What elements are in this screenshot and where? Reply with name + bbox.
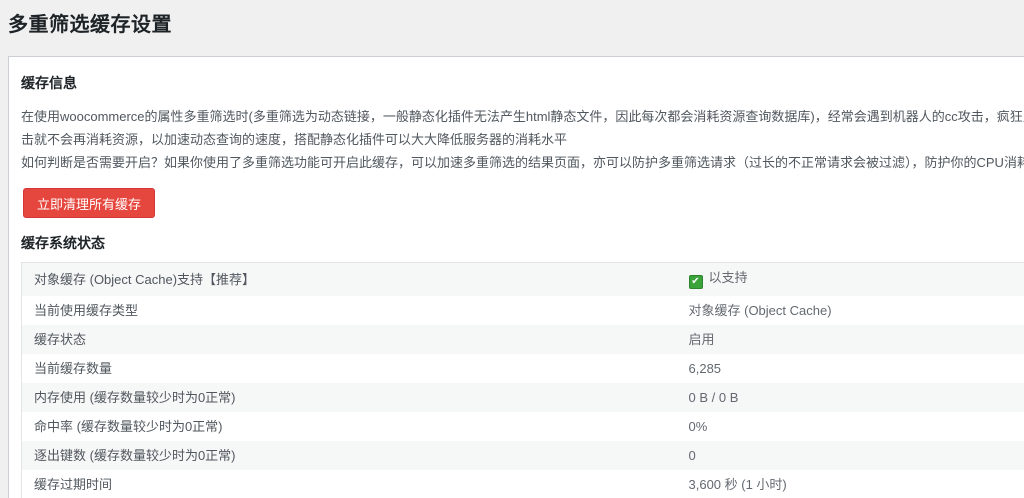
cache-status-heading: 缓存系统状态 xyxy=(21,235,105,251)
row-label: 缓存状态 xyxy=(34,332,87,347)
cache-info-description: 在使用woocommerce的属性多重筛选时(多重筛选为动态链接，一般静态化插件… xyxy=(21,105,1024,174)
row-value: 0 xyxy=(688,448,696,463)
table-row: 缓存状态 启用 xyxy=(21,325,1024,354)
row-value: 启用 xyxy=(688,332,715,347)
clear-all-cache-button[interactable]: 立即清理所有缓存 xyxy=(23,188,156,218)
description-line-1: 在使用woocommerce的属性多重筛选时(多重筛选为动态链接，一般静态化插件… xyxy=(21,109,1024,124)
table-row: 命中率 (缓存数量较少时为0正常) 0% xyxy=(21,412,1024,441)
settings-card: 缓存信息 在使用woocommerce的属性多重筛选时(多重筛选为动态链接，一般… xyxy=(8,56,1024,498)
row-value: 0% xyxy=(688,419,708,434)
row-value: 3,600 秒 (1 小时) xyxy=(688,477,787,492)
cache-status-rows: 对象缓存 (Object Cache)支持【推荐】 ✔ 以支持 当前使用缓存类型 … xyxy=(21,262,1024,498)
green-check-icon: ✔ xyxy=(688,275,703,289)
table-row: 缓存过期时间 3,600 秒 (1 小时) xyxy=(21,470,1024,498)
row-label: 命中率 (缓存数量较少时为0正常) xyxy=(34,419,223,434)
row-label: 逐出键数 (缓存数量较少时为0正常) xyxy=(34,448,236,463)
row-value: 以支持 xyxy=(708,270,748,285)
table-row: 当前缓存数量 6,285 xyxy=(21,354,1024,383)
row-value: 0 B / 0 B xyxy=(688,390,739,405)
row-value: 6,285 xyxy=(688,361,722,376)
row-label: 内存使用 (缓存数量较少时为0正常) xyxy=(34,390,236,405)
page-title: 多重筛选缓存设置 xyxy=(8,14,172,36)
description-hint: 如何判断是否需要开启？如果你使用了多重筛选功能可开启此缓存，可以加速多重筛选的结… xyxy=(21,155,1024,170)
row-value: 对象缓存 (Object Cache) xyxy=(688,303,832,318)
description-line-2: 击就不会再消耗资源，以加速动态查询的速度，搭配静态化插件可以大大降低服务器的消耗… xyxy=(21,132,568,147)
table-row: 内存使用 (缓存数量较少时为0正常) 0 B / 0 B xyxy=(21,383,1024,412)
cache-status-table: 对象缓存 (Object Cache)支持【推荐】 ✔ 以支持 当前使用缓存类型 … xyxy=(21,262,1024,498)
table-row: 对象缓存 (Object Cache)支持【推荐】 ✔ 以支持 xyxy=(21,262,1024,296)
cache-info-heading: 缓存信息 xyxy=(21,75,77,91)
table-row: 当前使用缓存类型 对象缓存 (Object Cache) xyxy=(21,296,1024,325)
row-label: 缓存过期时间 xyxy=(34,477,113,492)
table-row: 逐出键数 (缓存数量较少时为0正常) 0 xyxy=(21,441,1024,470)
row-label: 对象缓存 (Object Cache)支持【推荐】 xyxy=(34,272,256,287)
row-label: 当前缓存数量 xyxy=(34,361,113,376)
row-label: 当前使用缓存类型 xyxy=(34,303,139,318)
